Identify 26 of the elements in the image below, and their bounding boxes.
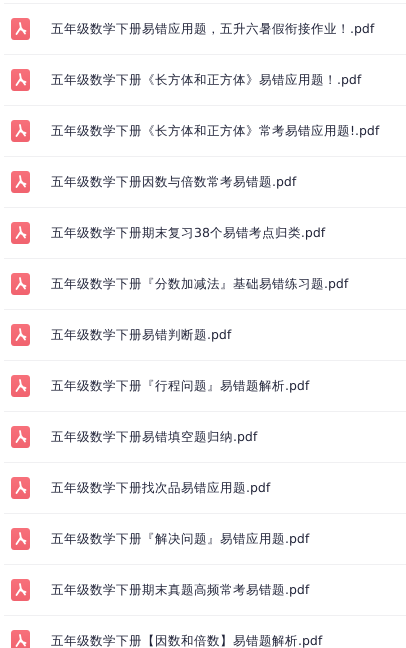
file-name[interactable]: 五年级数学下册『行程问题』易错题解析.pdf xyxy=(51,378,310,394)
pdf-file-icon xyxy=(11,579,30,601)
pdf-file-icon xyxy=(11,324,30,346)
file-name[interactable]: 五年级数学下册找次品易错应用题.pdf xyxy=(51,480,270,496)
pdf-file-icon xyxy=(11,528,30,550)
pdf-file-icon xyxy=(11,69,30,91)
file-name[interactable]: 五年级数学下册『解决问题』易错应用题.pdf xyxy=(51,531,310,547)
file-name[interactable]: 五年级数学下册【因数和倍数】易错题解析.pdf xyxy=(51,633,322,648)
file-name[interactable]: 五年级数学下册易错填空题归纳.pdf xyxy=(51,429,258,445)
pdf-file-icon xyxy=(11,222,30,244)
file-name[interactable]: 五年级数学下册易错应用题，五升六暑假衔接作业！.pdf xyxy=(51,21,374,37)
pdf-file-icon xyxy=(11,426,30,448)
pdf-file-icon xyxy=(11,273,30,295)
pdf-file-icon xyxy=(11,477,30,499)
pdf-file-icon xyxy=(11,630,30,648)
file-name[interactable]: 五年级数学下册因数与倍数常考易错题.pdf xyxy=(51,174,296,190)
file-name[interactable]: 五年级数学下册『分数加减法』基础易错练习题.pdf xyxy=(51,276,348,292)
file-name[interactable]: 五年级数学下册《长方体和正方体》常考易错应用题!.pdf xyxy=(51,123,380,139)
file-name[interactable]: 五年级数学下册易错判断题.pdf xyxy=(51,327,232,343)
file-name[interactable]: 五年级数学下册期末复习38个易错考点归类.pdf xyxy=(51,225,326,241)
pdf-file-icon xyxy=(11,171,30,193)
file-name[interactable]: 五年级数学下册《长方体和正方体》易错应用题！.pdf xyxy=(51,72,362,88)
pdf-file-icon xyxy=(11,375,30,397)
pdf-file-icon xyxy=(11,18,30,40)
file-name[interactable]: 五年级数学下册期末真题高频常考易错题.pdf xyxy=(51,582,310,598)
pdf-file-icon xyxy=(11,120,30,142)
